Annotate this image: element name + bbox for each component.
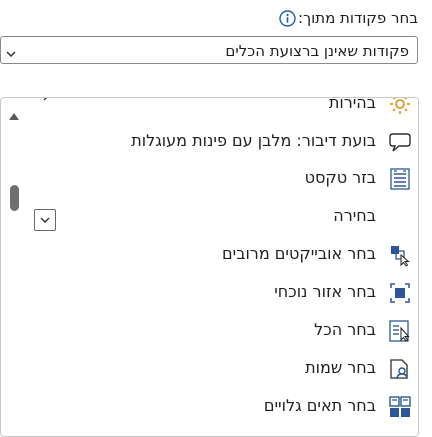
- list-item-label: בחירה: [333, 206, 376, 225]
- list-item-label: בחר אזור נוכחי: [274, 282, 376, 301]
- select-multiple-objects-icon: [388, 243, 412, 267]
- list-item-select-multiple-objects[interactable]: בחר אובייקטים מרובים: [1, 238, 418, 272]
- choose-commands-from-label: בחר פקודות מתוך:: [277, 8, 418, 28]
- list-item-select-current-region[interactable]: בחר אזור נוכחי: [1, 276, 418, 310]
- dropdown-selected-value: פקודות שאינן ברצועת הכלים: [225, 42, 409, 60]
- speech-bubble-icon: [388, 130, 412, 154]
- choose-commands-label-text: בחר פקודות מתוך:: [298, 9, 418, 27]
- list-item-label: בהירות: [328, 97, 376, 112]
- select-current-region-icon: [388, 281, 412, 305]
- chevron-down-icon: [5, 45, 17, 58]
- list-item-distribute-text[interactable]: בזר טקסט: [1, 162, 418, 196]
- submenu-arrow-icon: [42, 98, 52, 101]
- list-item-select-all[interactable]: בחר הכל: [1, 314, 418, 348]
- choose-commands-dropdown[interactable]: פקודות שאינן ברצועת הכלים: [0, 36, 418, 64]
- commands-list[interactable]: בהירות בועת דיבור: מלבן עם פינות מעוגלות: [0, 97, 419, 437]
- list-item-label: בחר אובייקטים מרובים: [222, 244, 376, 263]
- list-item-label: בזר טקסט: [304, 168, 376, 187]
- list-item-select-visible-cells[interactable]: בחר תאים גלויים: [1, 390, 418, 424]
- list-item-speech-bubble[interactable]: בועת דיבור: מלבן עם פינות מעוגלות: [1, 125, 418, 159]
- select-names-icon: [388, 357, 412, 381]
- expand-collapse-button[interactable]: [34, 209, 56, 231]
- select-all-icon: [388, 319, 412, 343]
- list-item-label: בחר הכל: [314, 320, 376, 339]
- brightness-icon: [388, 98, 412, 116]
- list-item-label: בועת דיבור: מלבן עם פינות מעוגלות: [131, 131, 376, 150]
- list-item-label: בחר שמות: [305, 358, 376, 377]
- text-distribute-icon: [388, 167, 412, 191]
- select-visible-cells-icon: [388, 395, 412, 419]
- list-item-brightness[interactable]: בהירות: [1, 97, 418, 121]
- info-icon[interactable]: [279, 9, 296, 27]
- list-item-label: בחר תאים גלויים: [263, 396, 376, 415]
- list-item-selection-group[interactable]: בחירה: [1, 200, 418, 234]
- list-item-select-names[interactable]: בחר שמות: [1, 352, 418, 386]
